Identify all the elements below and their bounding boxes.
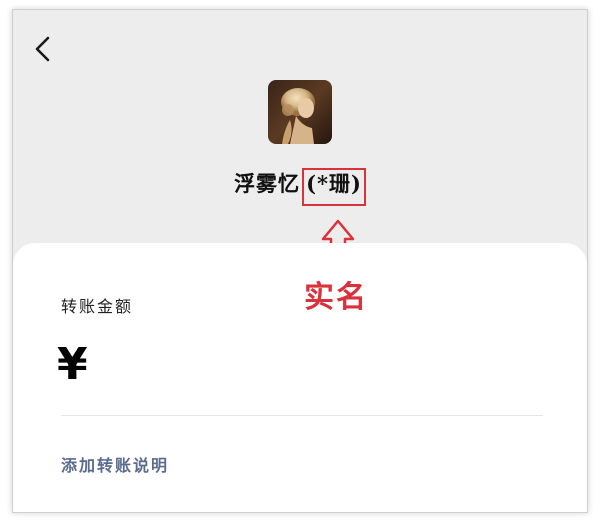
transfer-sheet: 转账金额 ¥ 添加转账说明 [13, 243, 587, 512]
payee-real-name: (*珊) [302, 168, 366, 206]
annotation-label: 实名 [304, 280, 368, 315]
transfer-screen: 浮雾忆 (*珊) 转账金额 ¥ 添加转账说明 实名 [12, 9, 588, 513]
payee-name-row: 浮雾忆 (*珊) [13, 168, 587, 206]
amount-input[interactable] [105, 349, 539, 391]
add-transfer-note-link[interactable]: 添加转账说明 [61, 452, 169, 476]
back-button[interactable] [31, 32, 55, 66]
payee-nickname: 浮雾忆 [234, 171, 301, 196]
divider [61, 415, 543, 416]
chevron-left-icon [35, 36, 50, 62]
amount-label: 转账金额 [61, 297, 134, 316]
portrait-avatar-image [268, 80, 332, 144]
avatar [268, 80, 332, 144]
currency-symbol: ¥ [57, 339, 88, 390]
